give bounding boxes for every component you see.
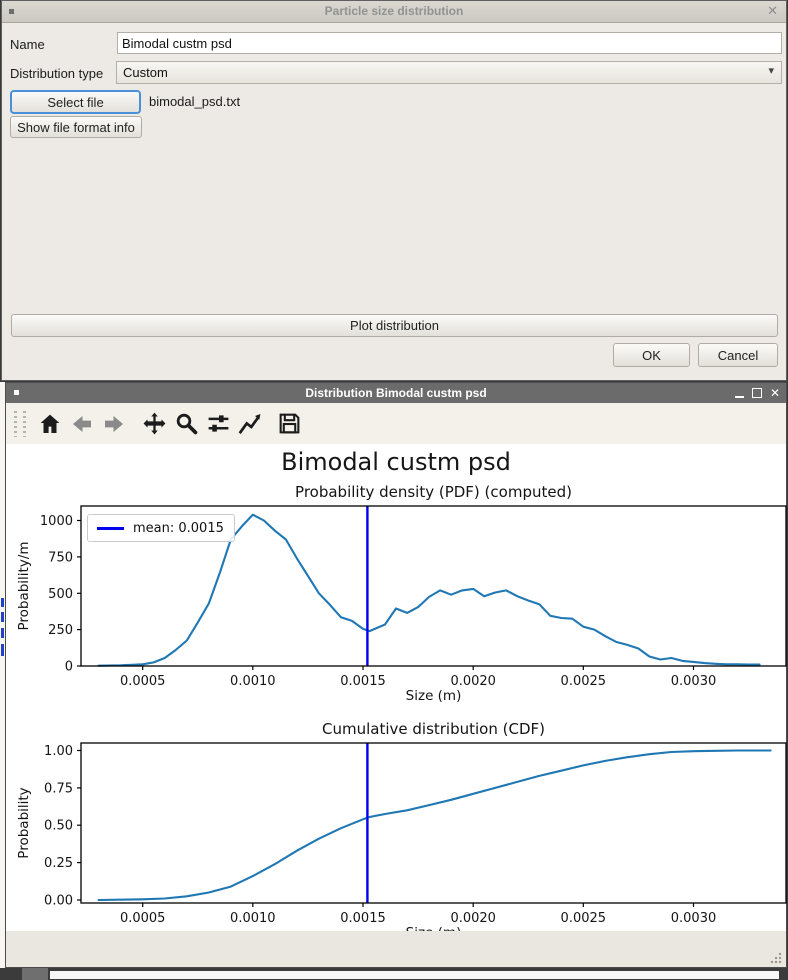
maximize-icon[interactable] xyxy=(752,388,762,398)
dialog-titlebar[interactable]: Particle size distribution ✕ xyxy=(2,1,786,23)
svg-text:0: 0 xyxy=(65,660,73,675)
plot-window-titlebar[interactable]: Distribution Bimodal custm psd ✕ xyxy=(6,383,786,403)
svg-text:Probability: Probability xyxy=(16,787,32,858)
background-window-strip xyxy=(50,971,779,979)
svg-text:0.0015: 0.0015 xyxy=(340,911,386,926)
distribution-type-label: Distribution type xyxy=(10,66,103,81)
forward-icon xyxy=(102,412,126,436)
svg-text:0.0030: 0.0030 xyxy=(671,911,717,926)
close-icon[interactable]: ✕ xyxy=(767,3,778,19)
svg-text:0.0005: 0.0005 xyxy=(120,911,166,926)
svg-text:750: 750 xyxy=(48,550,73,565)
save-button[interactable] xyxy=(274,409,304,439)
occluded-background-text xyxy=(1,612,4,622)
svg-text:Probability density (PDF) (com: Probability density (PDF) (computed) xyxy=(295,483,572,501)
back-icon xyxy=(70,412,94,436)
svg-text:Size (m): Size (m) xyxy=(406,688,462,704)
distribution-type-select[interactable]: Custom ▾ xyxy=(116,61,782,84)
svg-text:0.0030: 0.0030 xyxy=(671,674,717,689)
svg-text:0.0015: 0.0015 xyxy=(340,674,386,689)
zoom-icon xyxy=(174,411,199,436)
toolbar-grip[interactable] xyxy=(14,411,17,437)
svg-text:500: 500 xyxy=(48,587,73,602)
plot-window-title: Distribution Bimodal custm psd xyxy=(6,386,786,400)
close-icon[interactable]: ✕ xyxy=(770,387,780,399)
pan-icon xyxy=(142,411,167,436)
svg-text:0.0010: 0.0010 xyxy=(230,674,276,689)
configure-subplots-button[interactable] xyxy=(203,409,233,439)
plot-distribution-button[interactable]: Plot distribution xyxy=(11,314,778,337)
forward-button[interactable] xyxy=(99,409,129,439)
toolbar-grip xyxy=(23,411,26,437)
svg-text:0.0025: 0.0025 xyxy=(561,674,607,689)
screen: Particle size distribution ✕ Name Distri… xyxy=(0,0,788,980)
zoom-button[interactable] xyxy=(171,409,201,439)
dialog-title: Particle size distribution xyxy=(2,4,786,18)
select-file-button[interactable]: Select file xyxy=(10,90,141,114)
pdf-legend: mean: 0.0015 xyxy=(87,514,235,542)
save-icon xyxy=(277,411,302,436)
show-file-format-info-button[interactable]: Show file format info xyxy=(10,116,142,138)
occluded-background-text xyxy=(1,598,4,607)
pan-button[interactable] xyxy=(139,409,169,439)
name-label: Name xyxy=(10,37,45,52)
name-input[interactable] xyxy=(117,32,782,54)
svg-text:0.25: 0.25 xyxy=(44,856,73,871)
resize-grip[interactable] xyxy=(770,952,782,964)
occluded-background-text xyxy=(1,628,4,638)
svg-text:0.50: 0.50 xyxy=(44,819,73,834)
minimize-icon[interactable] xyxy=(735,396,744,398)
figure-canvas[interactable]: Bimodal custm psd Probability density (P… xyxy=(6,444,786,933)
svg-text:0.0025: 0.0025 xyxy=(561,911,607,926)
psd-dialog-window: Particle size distribution ✕ Name Distri… xyxy=(1,0,787,381)
svg-text:250: 250 xyxy=(48,623,73,638)
distribution-type-value: Custom xyxy=(123,65,168,80)
mean-line-swatch xyxy=(97,527,124,530)
svg-text:0.75: 0.75 xyxy=(44,781,73,796)
ok-button[interactable]: OK xyxy=(613,343,690,367)
cancel-button[interactable]: Cancel xyxy=(698,343,778,367)
svg-text:0.0020: 0.0020 xyxy=(450,674,496,689)
chevron-down-icon: ▾ xyxy=(768,64,774,77)
back-button[interactable] xyxy=(67,409,97,439)
home-icon xyxy=(38,412,62,436)
figure-title: Bimodal custm psd xyxy=(6,448,786,476)
svg-text:1.00: 1.00 xyxy=(44,744,73,759)
customize-plot-button[interactable] xyxy=(235,409,265,439)
plot-statusbar xyxy=(6,931,786,967)
home-button[interactable] xyxy=(35,409,65,439)
sliders-icon xyxy=(206,411,231,436)
plot-toolbar xyxy=(6,403,786,444)
svg-text:1000: 1000 xyxy=(40,514,73,529)
svg-text:Probability/m: Probability/m xyxy=(16,541,32,630)
svg-text:Cumulative distribution (CDF): Cumulative distribution (CDF) xyxy=(322,720,545,738)
svg-text:0.0020: 0.0020 xyxy=(450,911,496,926)
selected-file-name: bimodal_psd.txt xyxy=(149,94,240,109)
svg-text:0.00: 0.00 xyxy=(44,894,73,909)
background-window-bottom xyxy=(0,968,788,980)
legend-label: mean: 0.0015 xyxy=(133,521,224,536)
svg-text:0.0005: 0.0005 xyxy=(120,674,166,689)
occluded-background-text xyxy=(1,644,4,656)
customize-plot-icon xyxy=(237,411,263,437)
cdf-chart[interactable]: Cumulative distribution (CDF)0.00050.001… xyxy=(6,718,788,943)
background-window-segment xyxy=(22,968,48,980)
svg-text:0.0010: 0.0010 xyxy=(230,911,276,926)
distribution-plot-window: Distribution Bimodal custm psd ✕ xyxy=(5,382,787,968)
